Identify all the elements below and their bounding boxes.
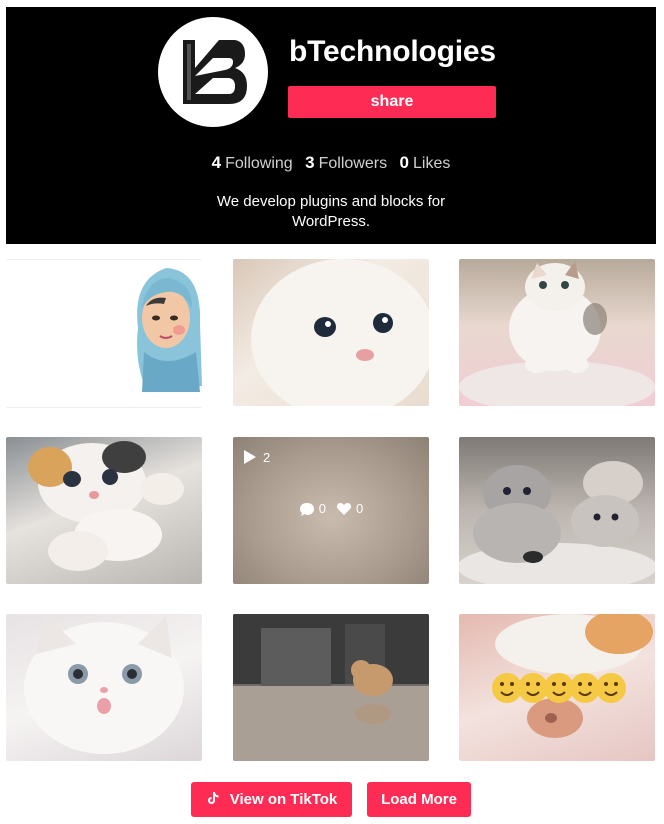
load-more-button[interactable]: Load More <box>367 782 471 817</box>
kitten-pink-blanket-thumbnail <box>459 261 655 406</box>
followers-count: 3 <box>305 153 315 172</box>
fluffy-white-kitten-thumbnail <box>24 616 184 754</box>
video-stats: 0 0 <box>233 501 429 516</box>
likes-stat: 0 Likes <box>399 153 451 172</box>
smiley-emojis <box>492 673 626 703</box>
hijab-girl-thumbnail <box>137 268 202 392</box>
btechnologies-logo-icon <box>183 40 247 104</box>
username: bTechnologies <box>289 35 496 68</box>
avatar[interactable] <box>158 17 268 127</box>
video-tile[interactable] <box>459 259 655 406</box>
view-on-tiktok-button[interactable]: View on TikTok <box>191 782 352 817</box>
heart-icon <box>336 502 352 515</box>
followers-stat[interactable]: 3 Followers <box>305 153 388 172</box>
like-count: 0 <box>356 501 364 516</box>
view-on-tiktok-label: View on TikTok <box>229 791 338 808</box>
grey-kittens-thumbnail <box>459 461 655 584</box>
comment-count: 0 <box>318 501 326 516</box>
play-count: 2 <box>243 449 270 465</box>
following-count: 4 <box>211 153 222 172</box>
play-icon <box>244 450 256 464</box>
share-button[interactable]: share <box>288 86 496 118</box>
white-kitten-thumbnail <box>251 259 429 406</box>
followers-label: Followers <box>318 155 388 172</box>
video-tile[interactable] <box>459 614 655 761</box>
play-count-value: 2 <box>263 449 271 465</box>
profile-header: bTechnologies share 4 Following 3 Follower… <box>6 7 656 244</box>
following-label: Following <box>225 155 293 172</box>
video-tile[interactable]: 2 0 0 <box>233 437 429 584</box>
calico-kitten-thumbnail <box>28 441 184 571</box>
video-tile[interactable] <box>233 614 429 761</box>
video-tile[interactable] <box>6 437 202 584</box>
likes-label: Likes <box>413 155 451 172</box>
kitten-floor-thumbnail <box>233 614 429 761</box>
video-tile[interactable] <box>233 259 429 406</box>
tiktok-icon <box>207 792 219 804</box>
profile-bio: We develop plugins and blocks for WordPr… <box>216 193 446 230</box>
video-tile[interactable] <box>459 437 655 584</box>
likes-count: 0 <box>399 153 409 172</box>
video-tile[interactable] <box>6 614 202 761</box>
comment-icon <box>299 502 314 516</box>
video-tile[interactable] <box>6 259 202 408</box>
following-stat[interactable]: 4 Following <box>211 153 293 172</box>
profile-stats: 4 Following 3 Followers 0 Likes <box>6 153 656 173</box>
footer-actions: View on TikTok Load More <box>0 782 664 818</box>
kitten-emoji-thumbnail <box>492 614 653 738</box>
